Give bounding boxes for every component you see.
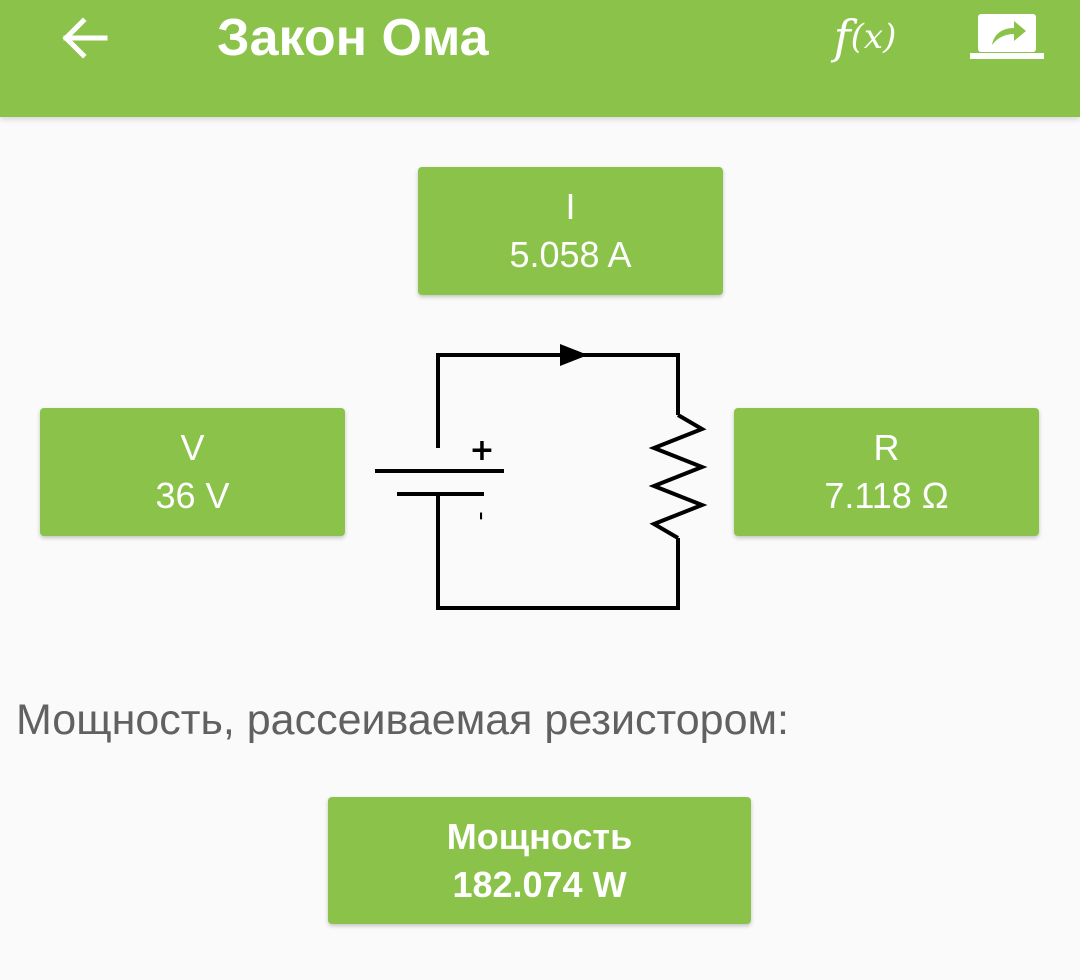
voltage-box[interactable]: V 36 V [40, 408, 345, 536]
formula-button[interactable]: f (x) [822, 4, 908, 70]
current-arrow-icon [560, 344, 588, 366]
power-value: 182.074 W [452, 863, 627, 905]
resistance-label: R [873, 427, 900, 468]
current-label: I [565, 186, 576, 227]
resistor-icon [648, 413, 708, 540]
circuit-diagram: + - [375, 344, 708, 610]
power-caption: Мощность, рассеиваемая резистором: [16, 696, 789, 744]
power-box[interactable]: Мощность 182.074 W [328, 797, 751, 924]
share-button[interactable] [966, 6, 1050, 66]
resistance-value: 7.118 Ω [824, 475, 949, 516]
page-title: Закон Ома [217, 9, 489, 67]
battery-plus-sign: + [469, 433, 494, 468]
voltage-label: V [180, 427, 205, 468]
resistance-box[interactable]: R 7.118 Ω [734, 408, 1039, 536]
current-value: 5.058 A [509, 234, 632, 275]
share-screen-icon [970, 14, 1044, 59]
formula-x-text: (x) [850, 17, 897, 57]
power-label: Мощность [446, 815, 633, 857]
formula-f-text: f [833, 10, 851, 64]
back-button[interactable] [54, 8, 114, 68]
wire-bottom [436, 492, 680, 610]
voltage-value: 36 V [155, 475, 230, 516]
current-box[interactable]: I 5.058 A [418, 167, 723, 295]
battery-minus-sign: - [467, 511, 497, 520]
arrow-left-icon [62, 17, 108, 59]
app-bar: Закон Ома f (x) [0, 0, 1080, 117]
